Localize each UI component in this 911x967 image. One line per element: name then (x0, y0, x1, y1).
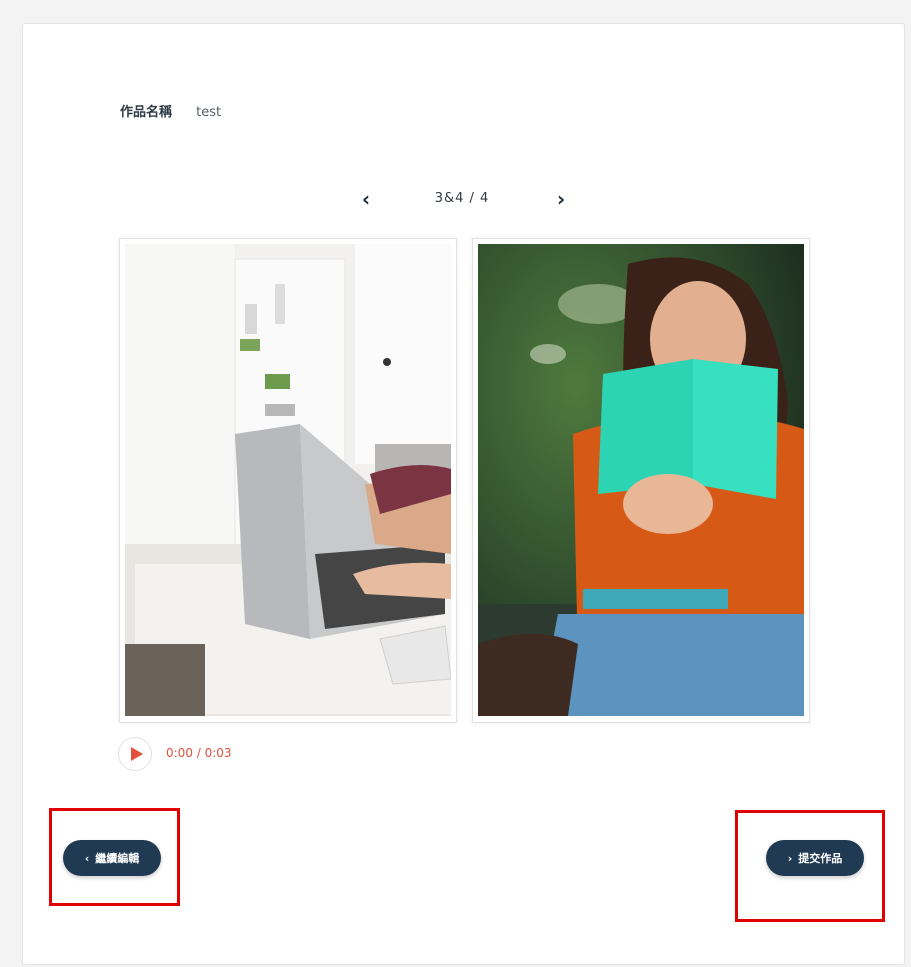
page-pager: ‹ 3&4 / 4 › (0, 188, 911, 212)
play-icon[interactable] (118, 737, 152, 771)
chevron-right-icon[interactable]: › (549, 188, 573, 212)
work-name-value: test (196, 105, 222, 120)
page-counter: 3&4 / 4 (434, 191, 490, 206)
work-name-row: 作品名稱 test (120, 101, 221, 120)
chevron-left-icon[interactable]: ‹ (354, 188, 378, 212)
highlight-box-back (49, 808, 180, 906)
work-name-label: 作品名稱 (120, 105, 173, 120)
laptop-photo (125, 244, 451, 716)
highlight-box-submit (735, 810, 885, 922)
woman-reading-photo (478, 244, 804, 716)
page-image-right (472, 238, 810, 723)
audio-time: 0:00 / 0:03 (166, 746, 232, 760)
page-image-left (119, 238, 457, 723)
